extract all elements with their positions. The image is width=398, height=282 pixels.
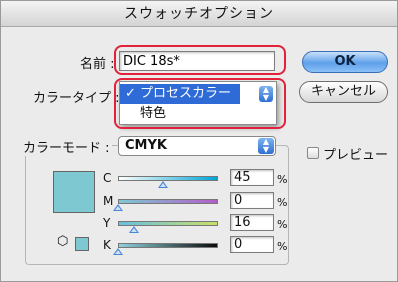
color-mode-value: CMYK — [125, 138, 167, 153]
percent-unit: % — [277, 240, 288, 253]
name-highlight — [114, 45, 286, 75]
swatch-preview-large — [53, 171, 95, 213]
ok-button[interactable]: OK — [302, 51, 388, 73]
preview-label: プレビュー — [323, 148, 389, 163]
channel-slider-thumb[interactable] — [113, 204, 123, 211]
channel-value-input[interactable]: 0 — [230, 236, 274, 253]
color-type-highlight — [114, 78, 286, 129]
percent-unit: % — [277, 218, 288, 231]
color-type-label: カラータイプ : — [33, 91, 120, 106]
channel-slider-track[interactable] — [118, 243, 218, 248]
cube-icon: ⬡ — [57, 234, 69, 249]
channel-slider-track[interactable] — [118, 199, 218, 204]
channel-slider-thumb[interactable] — [113, 248, 123, 255]
channel-value-input[interactable]: 0 — [230, 192, 274, 209]
cancel-button[interactable]: キャンセル — [299, 81, 388, 103]
channel-letter: Y — [103, 216, 111, 230]
channel-slider-thumb[interactable] — [158, 181, 168, 188]
swatch-preview-small — [75, 237, 89, 251]
channel-letter: K — [103, 238, 111, 252]
swatch-options-dialog: スウォッチオプション 名前 : OK カラータイプ : ✓ プロセスカラー ▲▼… — [0, 0, 398, 282]
percent-unit: % — [277, 196, 288, 209]
color-mode-select[interactable]: CMYK ▲ ▼ — [118, 136, 276, 156]
preview-checkbox[interactable] — [307, 147, 319, 159]
channel-letter: M — [103, 194, 114, 208]
name-label: 名前 : — [80, 57, 115, 72]
channel-letter: C — [103, 171, 112, 185]
channel-slider-track[interactable] — [118, 176, 218, 181]
channel-value-input[interactable]: 45 — [230, 169, 274, 186]
popup-arrows-icon: ▲ ▼ — [258, 138, 274, 154]
percent-unit: % — [277, 173, 288, 186]
window-title: スウォッチオプション — [1, 1, 397, 27]
channel-slider-thumb[interactable] — [129, 226, 139, 233]
channel-value-input[interactable]: 16 — [230, 214, 274, 231]
color-mode-label: カラーモード : — [23, 137, 112, 156]
